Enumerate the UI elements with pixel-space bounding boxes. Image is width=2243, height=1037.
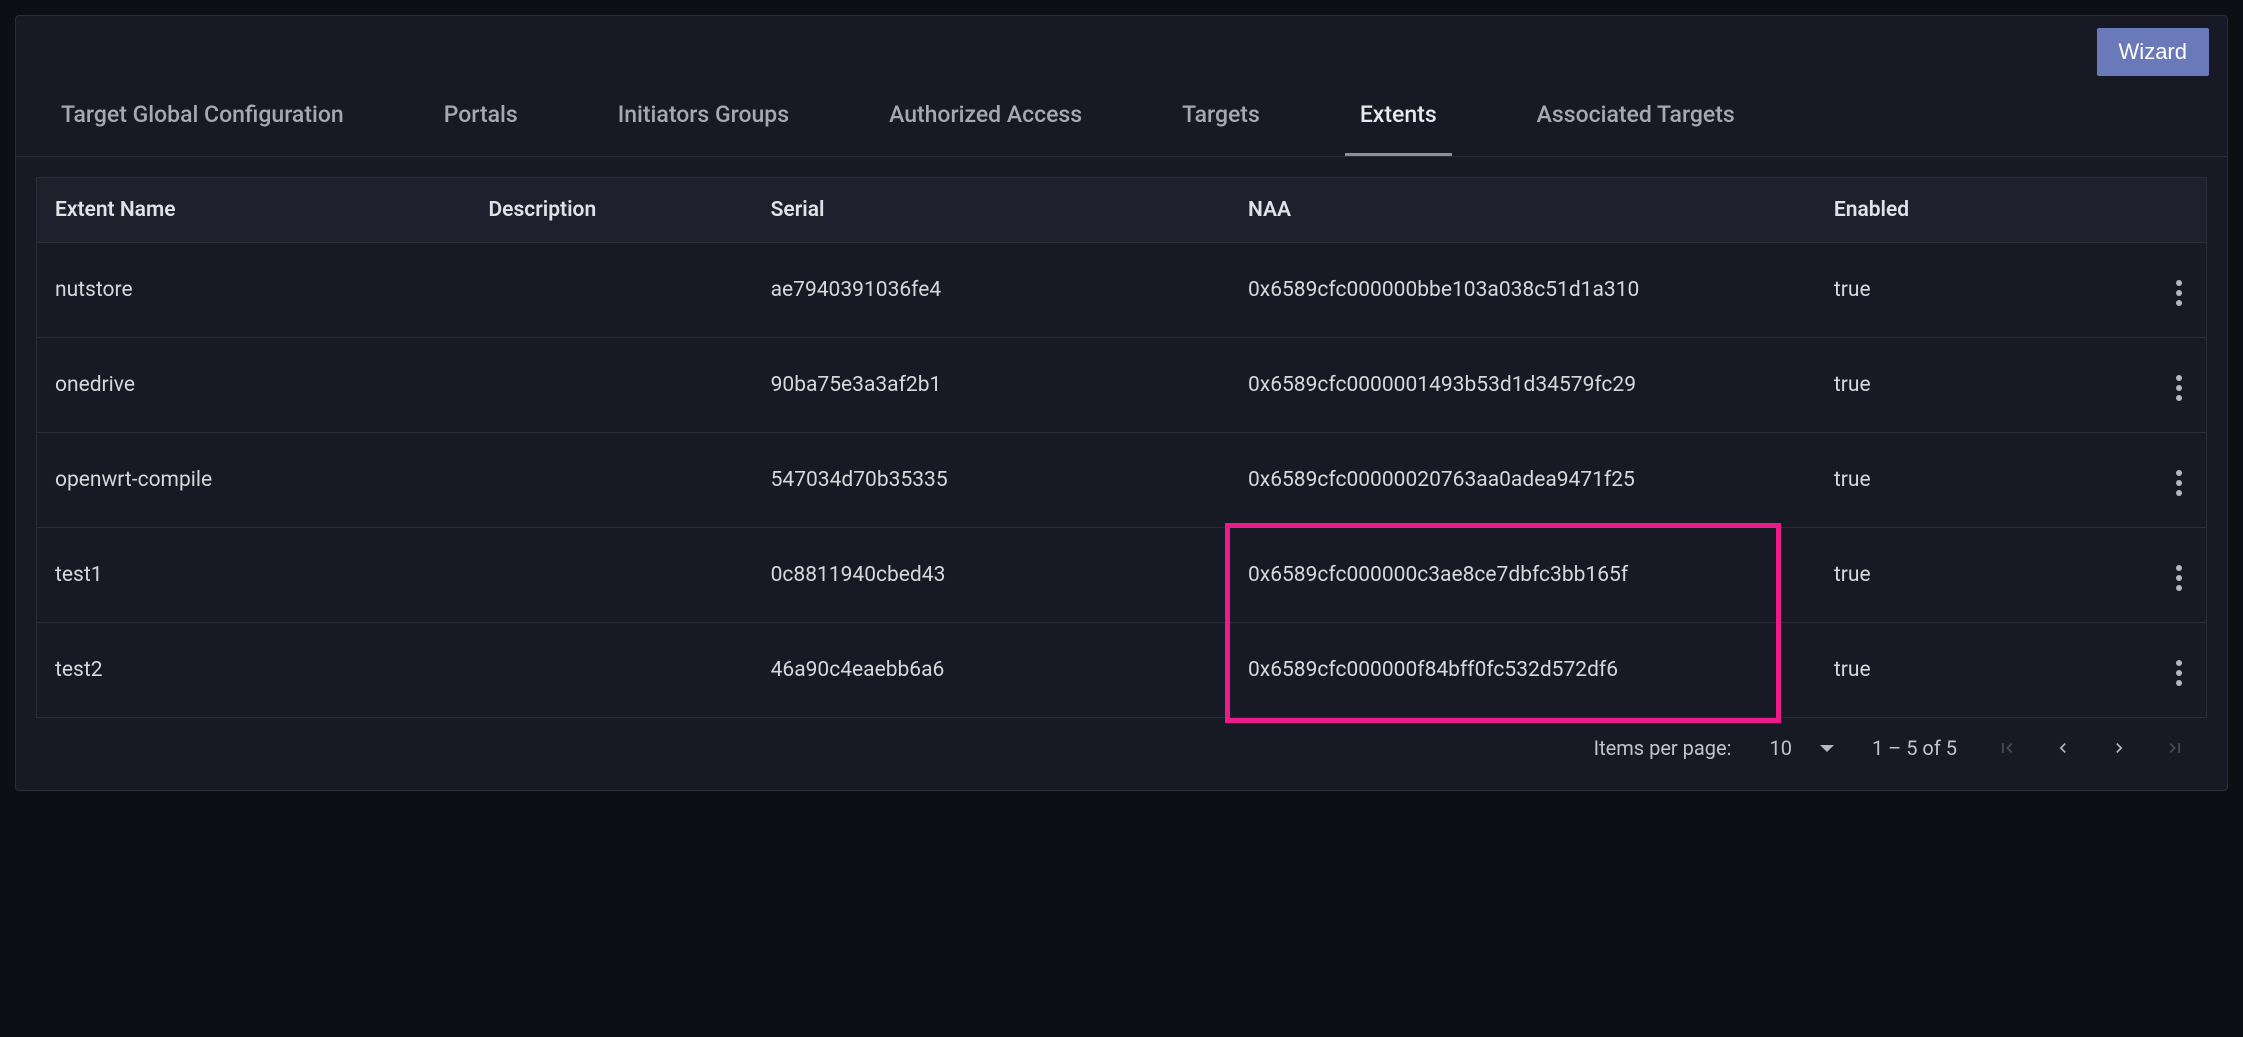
cell-description — [471, 338, 753, 433]
last-page-button[interactable] — [2163, 736, 2187, 760]
cell-serial: 547034d70b35335 — [753, 433, 1230, 528]
col-header-description[interactable]: Description — [471, 178, 753, 243]
cell-enabled: true — [1816, 433, 2098, 528]
tab-target-global-configuration[interactable]: Target Global Configuration — [46, 76, 359, 156]
chevron-right-icon — [2109, 738, 2129, 758]
table-row[interactable]: onedrive 90ba75e3a3af2b10x6589cfc00000014… — [37, 338, 2207, 433]
cell-enabled: true — [1816, 243, 2098, 338]
dropdown-arrow-icon — [1820, 745, 1834, 752]
more-vert-icon[interactable] — [2170, 274, 2188, 312]
paginator: Items per page: 10 1 – 5 of 5 — [36, 718, 2207, 770]
cell-actions — [2098, 243, 2207, 338]
cell-naa: 0x6589cfc000000c3ae8ce7dbfc3bb165f — [1230, 528, 1816, 623]
cell-serial: 90ba75e3a3af2b1 — [753, 338, 1230, 433]
col-header-name[interactable]: Extent Name — [37, 178, 471, 243]
first-page-button[interactable] — [1995, 736, 2019, 760]
more-vert-icon[interactable] — [2170, 369, 2188, 407]
cell-serial: 46a90c4eaebb6a6 — [753, 623, 1230, 718]
more-vert-icon[interactable] — [2170, 464, 2188, 502]
cell-naa: 0x6589cfc000000f84bff0fc532d572df6 — [1230, 623, 1816, 718]
extents-card: Wizard Target Global Configuration Portal… — [15, 15, 2228, 791]
tab-targets[interactable]: Targets — [1167, 76, 1275, 156]
cell-description — [471, 243, 753, 338]
cell-actions — [2098, 528, 2207, 623]
cell-enabled: true — [1816, 528, 2098, 623]
cell-enabled: true — [1816, 623, 2098, 718]
table-row[interactable]: nutstore ae7940391036fe40x6589cfc000000bb… — [37, 243, 2207, 338]
items-per-page-label: Items per page: — [1594, 736, 1732, 760]
col-header-enabled[interactable]: Enabled — [1816, 178, 2098, 243]
cell-extent-name: test1 — [37, 528, 471, 623]
tab-associated-targets[interactable]: Associated Targets — [1522, 76, 1750, 156]
header-row: Wizard — [16, 16, 2227, 76]
cell-description — [471, 528, 753, 623]
cell-extent-name: onedrive — [37, 338, 471, 433]
table-header-row: Extent Name Description Serial NAA Enabl… — [37, 178, 2207, 243]
wizard-button[interactable]: Wizard — [2097, 28, 2209, 76]
tab-extents[interactable]: Extents — [1345, 76, 1452, 156]
first-page-icon — [1997, 738, 2017, 758]
cell-actions — [2098, 433, 2207, 528]
prev-page-button[interactable] — [2051, 736, 2075, 760]
tabs: Target Global Configuration Portals Initia… — [16, 76, 2227, 156]
col-header-naa[interactable]: NAA — [1230, 178, 1816, 243]
paginator-range-label: 1 – 5 of 5 — [1872, 736, 1957, 760]
table-row[interactable]: test2 46a90c4eaebb6a60x6589cfc000000f84bf… — [37, 623, 2207, 718]
cell-serial: 0c8811940cbed43 — [753, 528, 1230, 623]
extents-table: Extent Name Description Serial NAA Enabl… — [36, 177, 2207, 718]
cell-extent-name: test2 — [37, 623, 471, 718]
next-page-button[interactable] — [2107, 736, 2131, 760]
cell-description — [471, 433, 753, 528]
last-page-icon — [2165, 738, 2185, 758]
more-vert-icon[interactable] — [2170, 654, 2188, 692]
page-size-select[interactable]: 10 — [1769, 736, 1833, 760]
paginator-nav-buttons — [1995, 736, 2187, 760]
cell-actions — [2098, 338, 2207, 433]
chevron-left-icon — [2053, 738, 2073, 758]
tab-initiators-groups[interactable]: Initiators Groups — [603, 76, 804, 156]
col-header-serial[interactable]: Serial — [753, 178, 1230, 243]
cell-naa: 0x6589cfc00000020763aa0adea9471f25 — [1230, 433, 1816, 528]
page-size-value: 10 — [1769, 736, 1791, 760]
cell-naa: 0x6589cfc000000bbe103a038c51d1a310 — [1230, 243, 1816, 338]
cell-extent-name: openwrt-compile — [37, 433, 471, 528]
cell-description — [471, 623, 753, 718]
cell-enabled: true — [1816, 338, 2098, 433]
tabs-container: Target Global Configuration Portals Initia… — [16, 76, 2227, 157]
tab-portals[interactable]: Portals — [429, 76, 533, 156]
col-header-actions — [2098, 178, 2207, 243]
table-row[interactable]: openwrt-compile 547034d70b353350x6589cfc0… — [37, 433, 2207, 528]
cell-actions — [2098, 623, 2207, 718]
cell-extent-name: nutstore — [37, 243, 471, 338]
tab-authorized-access[interactable]: Authorized Access — [874, 76, 1097, 156]
more-vert-icon[interactable] — [2170, 559, 2188, 597]
cell-serial: ae7940391036fe4 — [753, 243, 1230, 338]
cell-naa: 0x6589cfc0000001493b53d1d34579fc29 — [1230, 338, 1816, 433]
table-wrapper: Extent Name Description Serial NAA Enabl… — [16, 157, 2227, 790]
table-row[interactable]: test1 0c8811940cbed430x6589cfc000000c3ae8… — [37, 528, 2207, 623]
